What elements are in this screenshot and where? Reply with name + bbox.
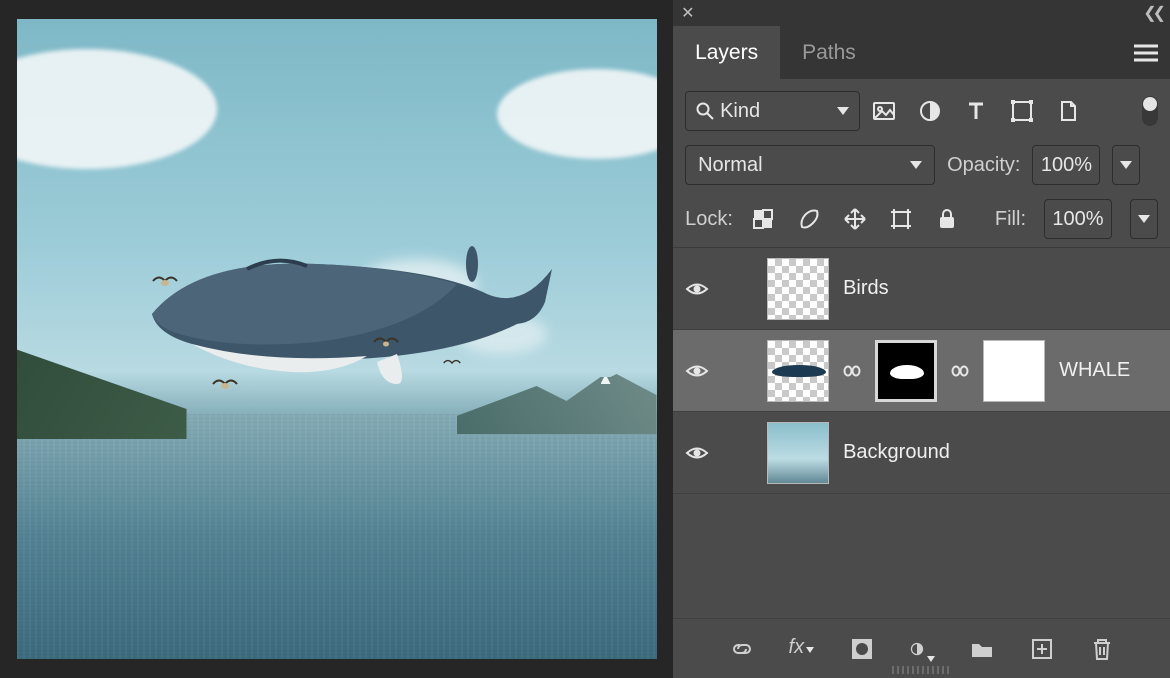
adjustment-layer-icon[interactable] (909, 636, 935, 662)
filter-kind-select[interactable]: Kind (685, 91, 860, 131)
panel-menu-icon[interactable] (1134, 26, 1158, 79)
layer-thumbnail[interactable] (767, 258, 829, 320)
blend-mode-select[interactable]: Normal (685, 145, 935, 185)
layer-mask-thumbnail[interactable] (875, 340, 937, 402)
fill-dropdown-button[interactable] (1130, 199, 1158, 239)
filter-type-icon[interactable] (964, 99, 988, 123)
close-icon[interactable]: ✕ (681, 3, 694, 23)
resize-grip[interactable] (892, 666, 952, 674)
opacity-value: 100% (1041, 154, 1092, 177)
search-icon (696, 102, 714, 120)
lock-artboard-icon[interactable] (889, 207, 913, 231)
chevron-down-icon (1120, 161, 1132, 169)
sea (17, 414, 657, 659)
cloud (497, 69, 657, 159)
layer-thumbnail[interactable] (767, 340, 829, 402)
bird (212, 377, 238, 391)
tab-paths[interactable]: Paths (780, 26, 878, 79)
fill-value: 100% (1052, 208, 1103, 231)
blend-mode-value: Normal (698, 154, 762, 177)
document-canvas[interactable] (17, 19, 657, 659)
smart-filter-thumbnail[interactable] (983, 340, 1045, 402)
opacity-dropdown-button[interactable] (1112, 145, 1140, 185)
filter-adjustment-icon[interactable] (918, 99, 942, 123)
bird (443, 355, 461, 365)
lock-pixels-icon[interactable] (797, 207, 821, 231)
filter-smart-icon[interactable] (1056, 99, 1080, 123)
whale-image (137, 234, 557, 394)
visibility-icon[interactable] (685, 277, 709, 301)
filter-toggle[interactable] (1142, 96, 1158, 126)
group-icon[interactable] (969, 636, 995, 662)
lock-row: Lock: Fill: 100% (673, 185, 1170, 247)
visibility-icon[interactable] (685, 441, 709, 465)
filter-image-icon[interactable] (872, 99, 896, 123)
filter-shape-icon[interactable] (1010, 99, 1034, 123)
layer-name[interactable]: Background (843, 441, 950, 464)
layer-name[interactable]: Birds (843, 277, 889, 300)
opacity-label[interactable]: Opacity: (947, 154, 1020, 177)
layer-row-background[interactable]: Background (673, 412, 1170, 494)
link-icon[interactable] (951, 362, 969, 380)
lock-label: Lock: (685, 208, 733, 231)
panel-tabs: Layers Paths (673, 26, 1170, 79)
collapse-icon[interactable]: ❮❮ (1143, 3, 1162, 23)
layer-style-icon[interactable]: fx (789, 636, 815, 662)
lock-transparency-icon[interactable] (751, 207, 775, 231)
chevron-down-icon (1138, 215, 1150, 223)
chevron-down-icon (837, 107, 849, 115)
layer-thumbnail[interactable] (767, 422, 829, 484)
link-icon[interactable] (843, 362, 861, 380)
fill-input[interactable]: 100% (1044, 199, 1112, 239)
cloud (17, 49, 217, 169)
bird (152, 274, 178, 288)
filter-row: Kind (673, 79, 1170, 131)
chevron-down-icon (910, 161, 922, 169)
opacity-input[interactable]: 100% (1032, 145, 1100, 185)
layers-list: Birds WHALE Background (673, 247, 1170, 618)
panel-top-bar: ✕ ❮❮ (673, 0, 1170, 26)
lock-all-icon[interactable] (935, 207, 959, 231)
layers-panel: ✕ ❮❮ Layers Paths Kind Normal (673, 0, 1170, 678)
filter-kind-label: Kind (720, 100, 760, 123)
link-layers-icon[interactable] (729, 636, 755, 662)
lock-position-icon[interactable] (843, 207, 867, 231)
bird (373, 335, 399, 349)
layer-row-whale[interactable]: WHALE (673, 330, 1170, 412)
layer-row-birds[interactable]: Birds (673, 248, 1170, 330)
layer-name[interactable]: WHALE (1059, 359, 1130, 382)
add-mask-icon[interactable] (849, 636, 875, 662)
canvas-area (0, 0, 673, 678)
new-layer-icon[interactable] (1029, 636, 1055, 662)
fill-label[interactable]: Fill: (995, 208, 1026, 231)
delete-icon[interactable] (1089, 636, 1115, 662)
visibility-icon[interactable] (685, 359, 709, 383)
blend-row: Normal Opacity: 100% (673, 131, 1170, 185)
tab-layers[interactable]: Layers (673, 26, 780, 79)
